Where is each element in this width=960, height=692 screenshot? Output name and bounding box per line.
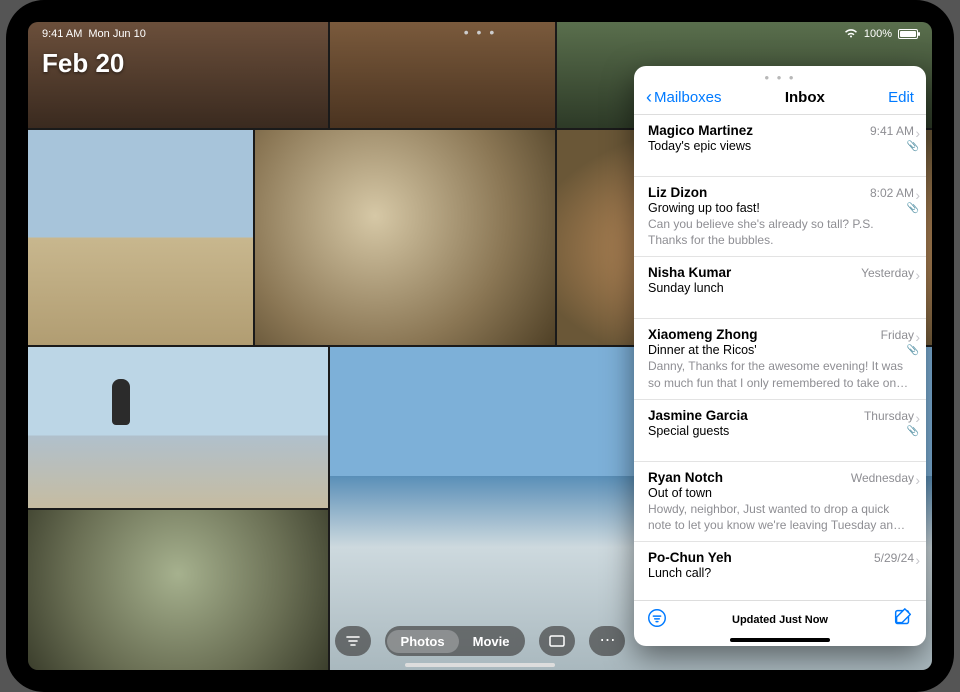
mail-time: Wednesday bbox=[851, 471, 914, 485]
mail-sender: Magico Martinez bbox=[648, 123, 753, 138]
mail-preview: Howdy, neighbor, Just wanted to drop a q… bbox=[648, 501, 914, 533]
mail-subject: Out of town bbox=[648, 486, 914, 500]
mail-back-label: Mailboxes bbox=[654, 89, 722, 106]
mail-subject: Dinner at the Ricos' bbox=[648, 343, 914, 357]
filter-circle-icon bbox=[646, 607, 668, 629]
attachment-icon: 📎 bbox=[907, 203, 919, 214]
mail-edit-button[interactable]: Edit bbox=[888, 89, 914, 106]
mail-time: 8:02 AM bbox=[870, 186, 914, 200]
status-time: 9:41 AM bbox=[42, 28, 82, 40]
chevron-left-icon: ‹ bbox=[646, 88, 652, 106]
chevron-right-icon: › bbox=[915, 187, 920, 203]
screen: 9:41 AM Mon Jun 10 • • • 100% bbox=[28, 22, 932, 670]
mail-header: ‹ Mailboxes Inbox Edit bbox=[634, 84, 926, 115]
mail-message-row[interactable]: Liz Dizon 8:02 AMGrowing up too fast!Can … bbox=[634, 177, 926, 257]
chevron-right-icon: › bbox=[915, 329, 920, 345]
mail-time: Friday bbox=[881, 328, 914, 342]
mail-sender: Xiaomeng Zhong bbox=[648, 327, 758, 342]
attachment-icon: 📎 bbox=[907, 426, 919, 437]
photo-thumbnail[interactable] bbox=[28, 347, 328, 508]
photos-date-heading: Feb 20 bbox=[42, 48, 124, 79]
mail-message-row[interactable]: Xiaomeng Zhong FridayDinner at the Ricos'… bbox=[634, 319, 926, 399]
chevron-right-icon: › bbox=[915, 125, 920, 141]
mail-subject: Special guests bbox=[648, 424, 914, 438]
slideover-home-indicator[interactable] bbox=[730, 638, 830, 642]
mail-sender: Ryan Notch bbox=[648, 470, 723, 485]
mail-subject: Lunch call? bbox=[648, 566, 914, 580]
status-date: Mon Jun 10 bbox=[88, 28, 145, 40]
mail-message-list[interactable]: Magico Martinez 9:41 AMToday's epic views… bbox=[634, 115, 926, 600]
photo-thumbnail[interactable] bbox=[28, 130, 253, 345]
compose-button[interactable] bbox=[892, 607, 914, 632]
compose-icon bbox=[892, 607, 914, 629]
mail-footer: Updated Just Now bbox=[634, 600, 926, 636]
battery-icon bbox=[898, 29, 918, 39]
aspect-button[interactable] bbox=[539, 626, 575, 656]
mail-message-row[interactable]: Po-Chun Yeh 5/29/24Lunch call?› bbox=[634, 542, 926, 600]
ellipsis-icon: ⋯ bbox=[599, 633, 615, 649]
view-mode-segmented: Photos Movie bbox=[385, 626, 526, 656]
aspect-icon bbox=[549, 635, 565, 647]
attachment-icon: 📎 bbox=[907, 345, 919, 356]
multitasking-dots-icon[interactable]: • • • bbox=[464, 24, 496, 40]
mail-sender: Jasmine Garcia bbox=[648, 408, 748, 423]
mail-time: 5/29/24 bbox=[874, 551, 914, 565]
mail-time: 9:41 AM bbox=[870, 124, 914, 138]
mail-time: Yesterday bbox=[861, 266, 914, 280]
photo-thumbnail[interactable] bbox=[255, 130, 555, 345]
mail-sync-status: Updated Just Now bbox=[668, 614, 892, 626]
mail-back-button[interactable]: ‹ Mailboxes bbox=[646, 88, 722, 106]
chevron-right-icon: › bbox=[915, 410, 920, 426]
mail-title: Inbox bbox=[785, 89, 825, 106]
mail-sender: Nisha Kumar bbox=[648, 265, 731, 280]
home-indicator[interactable] bbox=[405, 663, 555, 667]
mail-preview: Can you believe she's already so tall? P… bbox=[648, 216, 914, 248]
battery-percent: 100% bbox=[864, 28, 892, 40]
segment-photos[interactable]: Photos bbox=[387, 630, 459, 653]
mail-message-row[interactable]: Ryan Notch WednesdayOut of townHowdy, nei… bbox=[634, 462, 926, 542]
slideover-grabber-icon[interactable]: • • • bbox=[634, 66, 926, 84]
mail-message-row[interactable]: Jasmine Garcia ThursdaySpecial guests›📎 bbox=[634, 400, 926, 462]
filter-button[interactable] bbox=[335, 626, 371, 656]
mail-subject: Sunday lunch bbox=[648, 281, 914, 295]
attachment-icon: 📎 bbox=[907, 141, 919, 152]
ipad-device-frame: 9:41 AM Mon Jun 10 • • • 100% bbox=[6, 0, 954, 692]
mail-slideover-panel[interactable]: • • • ‹ Mailboxes Inbox Edit Magico Mart… bbox=[634, 66, 926, 646]
status-bar: 9:41 AM Mon Jun 10 • • • 100% bbox=[28, 22, 932, 46]
wifi-icon bbox=[844, 28, 858, 41]
mail-filter-button[interactable] bbox=[646, 607, 668, 632]
mail-subject: Today's epic views bbox=[648, 139, 914, 153]
more-button[interactable]: ⋯ bbox=[589, 626, 625, 656]
mail-message-row[interactable]: Nisha Kumar YesterdaySunday lunch› bbox=[634, 257, 926, 319]
chevron-right-icon: › bbox=[915, 472, 920, 488]
filter-icon bbox=[345, 633, 361, 649]
chevron-right-icon: › bbox=[915, 267, 920, 283]
chevron-right-icon: › bbox=[915, 552, 920, 568]
segment-movie[interactable]: Movie bbox=[459, 630, 524, 653]
mail-subject: Growing up too fast! bbox=[648, 201, 914, 215]
mail-sender: Liz Dizon bbox=[648, 185, 707, 200]
mail-preview: Danny, Thanks for the awesome evening! I… bbox=[648, 358, 914, 390]
mail-message-row[interactable]: Magico Martinez 9:41 AMToday's epic views… bbox=[634, 115, 926, 177]
mail-sender: Po-Chun Yeh bbox=[648, 550, 732, 565]
mail-time: Thursday bbox=[864, 409, 914, 423]
